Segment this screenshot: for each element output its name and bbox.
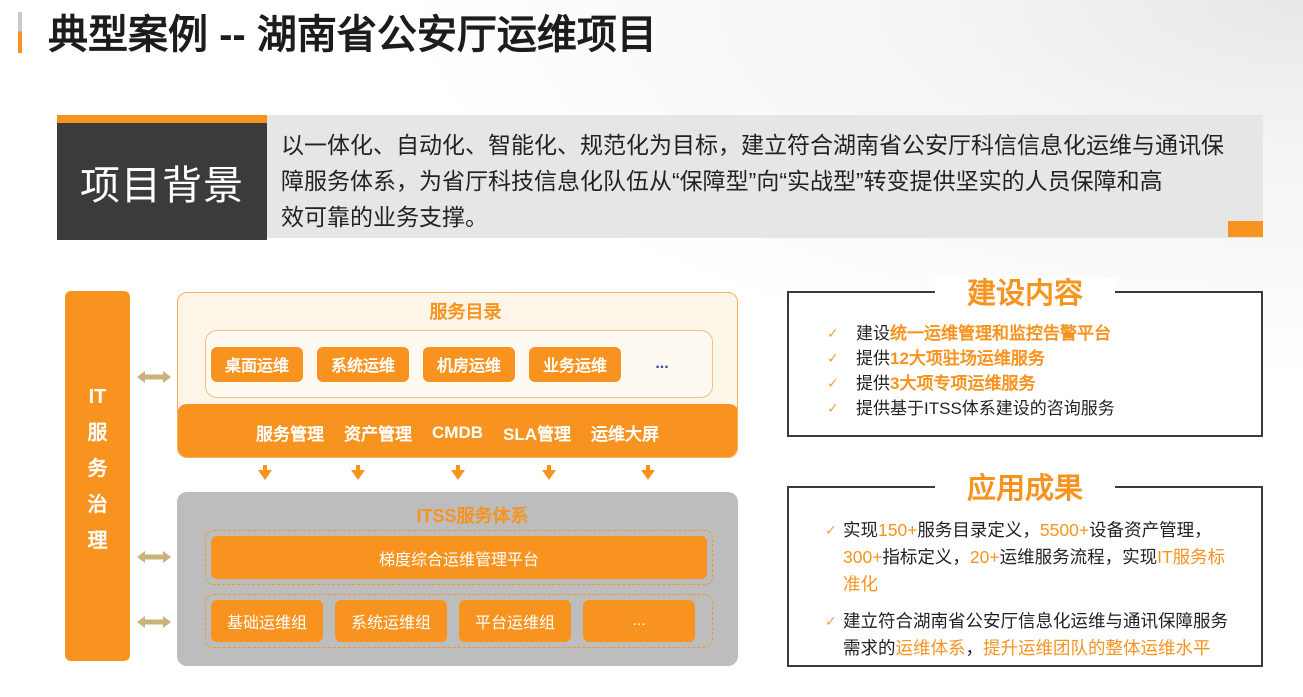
service-catalog-panel: 服务目录 桌面运维 系统运维 机房运维 业务运维 ... 服务管理 资产管理 C… xyxy=(177,292,738,458)
results-title: 应用成果 xyxy=(934,473,1116,505)
check-icon xyxy=(827,396,839,421)
result-line: 建立符合湖南省公安厅信息化运维与通讯保障服务 xyxy=(843,608,1261,635)
check-icon xyxy=(825,608,837,635)
result-text: 建立符合湖南省公安厅信息化运维与通讯保障服务 xyxy=(843,611,1228,631)
item-text: 建设 xyxy=(856,324,890,343)
results-list: 实现150+服务目录定义，5500+设备资产管理， 300+指标定义，20+运维… xyxy=(789,517,1261,662)
down-arrow-icon xyxy=(641,465,655,480)
project-background-line: 效可靠的业务支撑。 xyxy=(281,204,488,230)
project-background-panel: 以一体化、自动化、智能化、规范化为目标，建立符合湖南省公安厅科信信息化运维与通讯… xyxy=(267,115,1263,238)
catalog-item-more: ... xyxy=(655,355,669,372)
service-catalog-title: 服务目录 xyxy=(429,302,502,322)
service-functions-band: 服务管理 资产管理 CMDB SLA管理 运维大屏 xyxy=(178,403,737,457)
it-governance-label-char: 服 xyxy=(87,422,108,444)
result-highlight: 150+ xyxy=(878,520,918,540)
double-arrow-icon xyxy=(137,616,171,628)
result-text: ， xyxy=(965,638,984,658)
result-highlight: 运维体系 xyxy=(895,638,966,658)
group-infrastructure-ops: 基础运维组 xyxy=(211,600,323,642)
group-platform-ops: 平台运维组 xyxy=(459,600,571,642)
ops-groups-frame: 基础运维组 系统运维组 平台运维组 ... xyxy=(205,594,713,648)
catalog-item-desktop-ops: 桌面运维 xyxy=(211,346,303,382)
it-governance-label-char: 理 xyxy=(87,530,108,552)
itss-title: ITSS服务体系 xyxy=(416,506,529,526)
result-highlight: 20+ xyxy=(969,547,1000,567)
result-highlight: IT服务标 xyxy=(1157,547,1226,567)
result-item: 建立符合湖南省公安厅信息化运维与通讯保障服务 需求的运维体系，提升运维团队的整体… xyxy=(789,608,1261,662)
project-background-line: 以一体化、自动化、智能化、规范化为目标，建立符合湖南省公安厅科信信息化运维与通讯… xyxy=(281,132,1224,158)
project-background-label: 项目背景 xyxy=(80,163,244,208)
catalog-item-business-ops: 业务运维 xyxy=(529,346,621,382)
item-text: 提供基于ITSS体系建设的咨询服务 xyxy=(856,399,1115,418)
it-governance-label-char: IT xyxy=(88,386,107,408)
item-highlight: 统一运维管理和监控告警平台 xyxy=(890,324,1111,343)
list-item: 提供12大项驻场运维服务 xyxy=(789,346,1261,371)
slide: 典型案例 -- 湖南省公安厅运维项目 项目背景 以一体化、自动化、智能化、规范化… xyxy=(0,0,1303,697)
ops-platform: 梯度综合运维管理平台 xyxy=(211,536,707,579)
item-highlight: 3大项专项运维服务 xyxy=(890,374,1036,393)
result-text: 设备资产管理， xyxy=(1089,520,1212,540)
list-item: 建设统一运维管理和监控告警平台 xyxy=(789,321,1261,346)
result-text: 服务目录定义， xyxy=(917,520,1040,540)
down-arrow-icon xyxy=(258,465,272,480)
check-icon xyxy=(827,346,839,371)
build-content-title: 建设内容 xyxy=(934,278,1116,310)
itss-panel: ITSS服务体系 梯度综合运维管理平台 基础运维组 系统运维组 平台运维组 ..… xyxy=(177,492,738,666)
result-highlight: 300+ xyxy=(843,547,883,567)
panel-corner-accent xyxy=(1228,221,1263,237)
it-governance-label-char: 务 xyxy=(87,458,108,480)
item-highlight: 12大项驻场运维服务 xyxy=(890,349,1045,368)
result-text: 运维服务流程，实现 xyxy=(999,547,1158,567)
down-arrow-icon xyxy=(351,465,365,480)
result-highlight: 5500+ xyxy=(1039,520,1090,540)
item-text: 提供 xyxy=(856,374,890,393)
double-arrow-icon xyxy=(137,551,171,563)
list-item: 提供3大项专项运维服务 xyxy=(789,371,1261,396)
service-catalog-items: 桌面运维 系统运维 机房运维 业务运维 ... xyxy=(205,330,713,398)
group-system-ops: 系统运维组 xyxy=(335,600,447,642)
it-governance-bar: IT 服 务 治 理 xyxy=(65,291,130,661)
platform-frame: 梯度综合运维管理平台 xyxy=(205,530,713,585)
result-highlight: 提升运维团队的整体运维水平 xyxy=(983,638,1211,658)
page-title: 典型案例 -- 湖南省公安厅运维项目 xyxy=(48,13,657,57)
result-text: 指标定义， xyxy=(882,547,970,567)
check-icon xyxy=(825,517,837,544)
function-service-management: 服务管理 xyxy=(256,425,324,444)
function-sla-management: SLA管理 xyxy=(503,425,571,444)
title-accent-bar xyxy=(18,12,22,53)
result-line: 需求的运维体系，提升运维团队的整体运维水平 xyxy=(843,635,1261,662)
catalog-item-datacenter-ops: 机房运维 xyxy=(423,346,515,382)
function-asset-management: 资产管理 xyxy=(344,425,412,444)
it-governance-label: IT 服 务 治 理 xyxy=(65,379,130,559)
result-line: 实现150+服务目录定义，5500+设备资产管理， xyxy=(843,517,1261,544)
group-more: ... xyxy=(583,600,695,642)
function-cmdb: CMDB xyxy=(432,422,483,442)
build-content-list: 建设统一运维管理和监控告警平台 提供12大项驻场运维服务 提供3大项专项运维服务… xyxy=(789,321,1261,421)
down-arrow-icon xyxy=(542,465,556,480)
build-content-box: 建设内容 建设统一运维管理和监控告警平台 提供12大项驻场运维服务 提供3大项专… xyxy=(787,278,1263,437)
result-item: 实现150+服务目录定义，5500+设备资产管理， 300+指标定义，20+运维… xyxy=(789,517,1261,598)
results-box: 应用成果 实现150+服务目录定义，5500+设备资产管理， 300+指标定义，… xyxy=(787,473,1263,667)
result-highlight: 准化 xyxy=(843,574,878,594)
result-line: 300+指标定义，20+运维服务流程，实现IT服务标 xyxy=(843,544,1261,571)
function-ops-dashboard: 运维大屏 xyxy=(591,425,659,444)
item-text: 提供 xyxy=(856,349,890,368)
check-icon xyxy=(827,371,839,396)
double-arrow-icon xyxy=(137,371,171,383)
result-text: 实现 xyxy=(843,520,878,540)
project-background-label-box: 项目背景 xyxy=(57,115,267,240)
it-governance-label-char: 治 xyxy=(87,494,108,516)
catalog-item-system-ops: 系统运维 xyxy=(317,346,409,382)
result-text: 需求的 xyxy=(843,638,896,658)
down-arrow-icon xyxy=(451,465,465,480)
list-item: 提供基于ITSS体系建设的咨询服务 xyxy=(789,396,1261,421)
check-icon xyxy=(827,321,839,346)
result-line: 准化 xyxy=(843,571,1261,598)
project-background-line: 障服务体系，为省厅科技信息化队伍从“保障型”向“实战型”转变提供坚实的人员保障和… xyxy=(281,168,1163,194)
